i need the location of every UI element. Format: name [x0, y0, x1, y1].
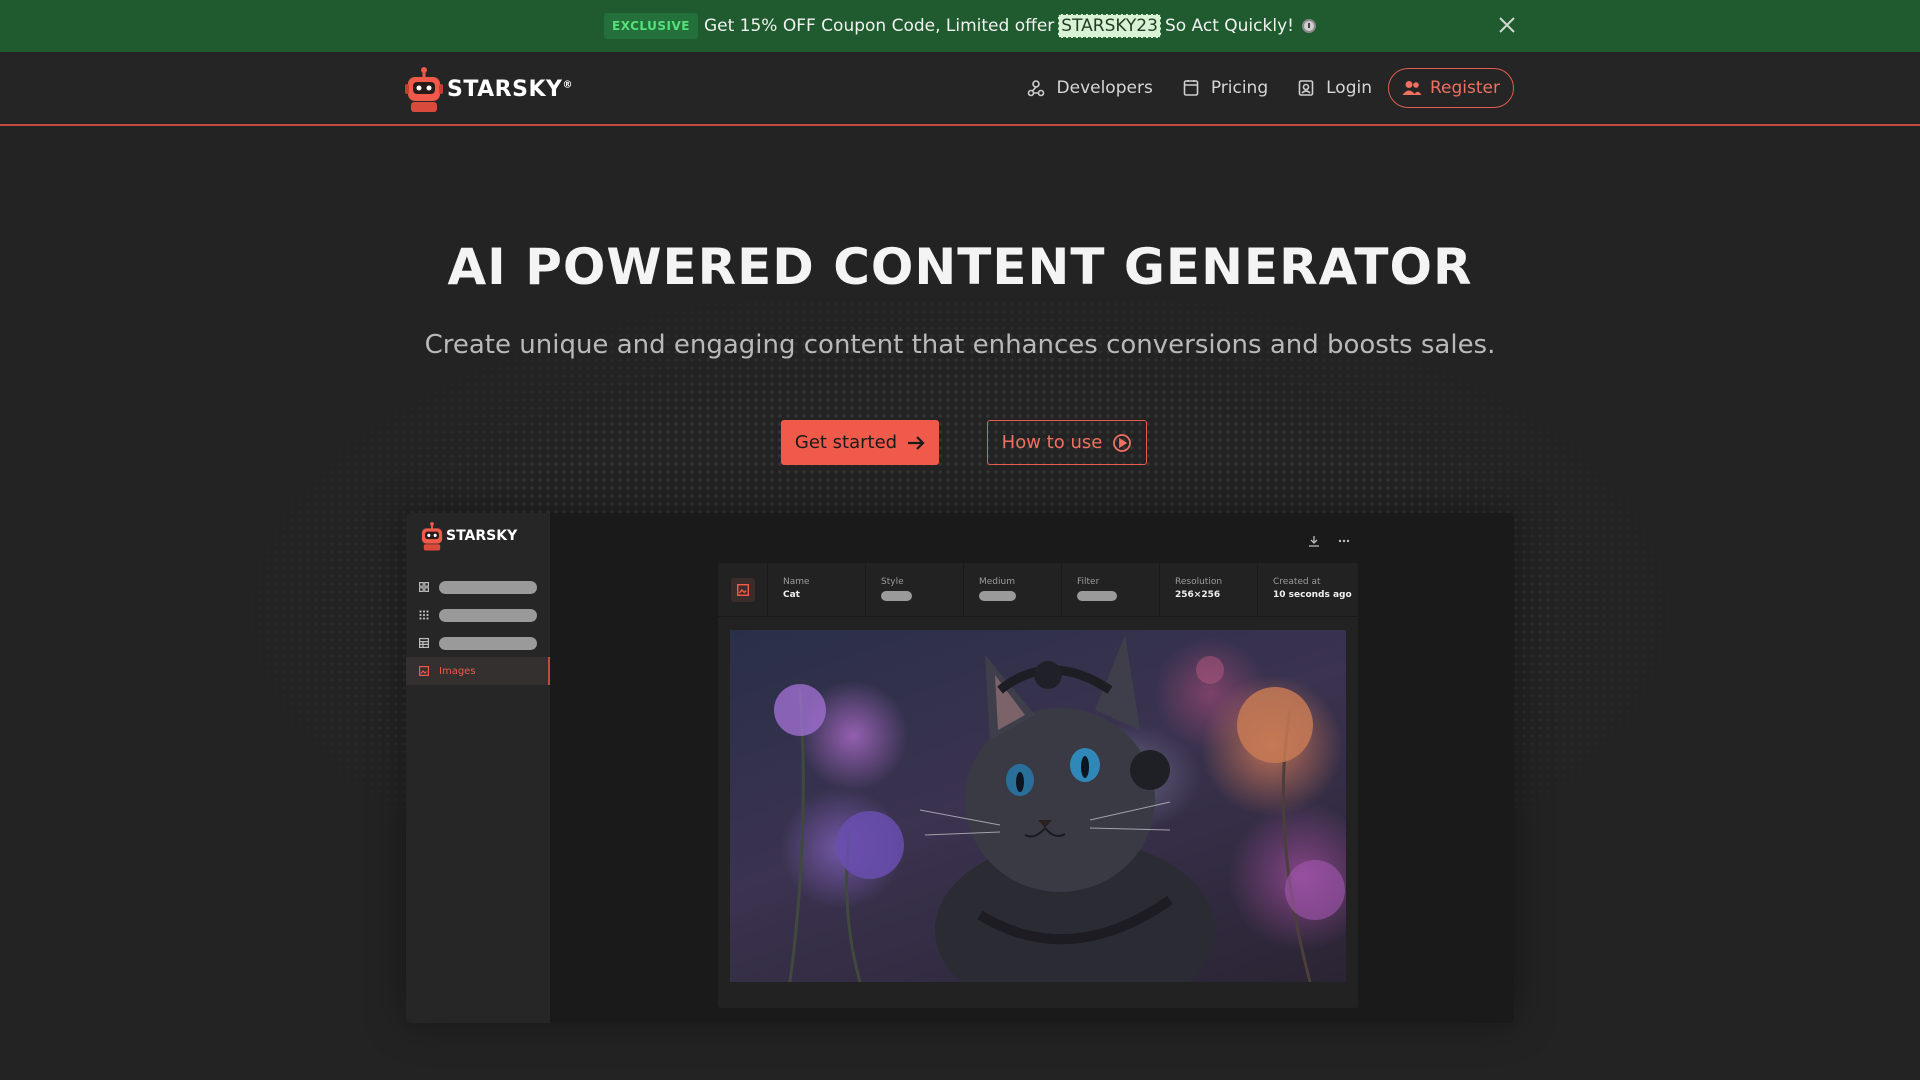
main-nav: Developers Pricing Login Register: [997, 68, 1514, 108]
promo-banner: EXCLUSIVE Get 15% OFF Coupon Code, Limit…: [0, 0, 1920, 52]
register-button[interactable]: Register: [1388, 68, 1514, 108]
image-icon: [736, 583, 749, 596]
preview-sidebar-item[interactable]: [406, 601, 550, 629]
meta-name: Name Cat: [768, 563, 866, 616]
close-banner-button[interactable]: [1496, 14, 1518, 36]
hero-subtitle: Create unique and engaging content that …: [424, 330, 1496, 360]
meta-style: Style: [866, 563, 964, 616]
preview-sidebar-item[interactable]: [406, 629, 550, 657]
nav-developers-label: Developers: [1056, 78, 1153, 98]
receipt-icon: [1183, 80, 1199, 96]
placeholder-bar: [439, 608, 537, 622]
play-circle-icon: [1113, 433, 1132, 452]
preview-sidebar-item[interactable]: [406, 573, 550, 601]
image-thumb: [718, 563, 768, 616]
hero-title: AI POWERED CONTENT GENERATOR: [447, 238, 1473, 296]
generated-cat-image: [730, 630, 1346, 982]
apps-icon: [419, 610, 429, 620]
webhook-icon: [1027, 80, 1044, 97]
cat-illustration: [774, 635, 1345, 982]
get-started-button[interactable]: Get started: [781, 420, 939, 465]
image-metadata-row: Name Cat Style Medium Filter Resolution: [718, 563, 1358, 617]
placeholder-pill: [1077, 591, 1117, 601]
preview-sidebar: STARSKY Images: [406, 513, 550, 1023]
users-icon: [1402, 81, 1422, 95]
promo-text-after: So Act Quickly!: [1164, 16, 1294, 36]
nav-pricing[interactable]: Pricing: [1183, 78, 1268, 98]
image-detail-card: Name Cat Style Medium Filter Resolution: [718, 563, 1358, 1008]
register-label: Register: [1430, 78, 1500, 98]
placeholder-pill: [979, 591, 1016, 601]
preview-sidebar-item-images[interactable]: Images: [406, 657, 550, 685]
image-icon: [419, 666, 429, 676]
coupon-code[interactable]: STARSKY23: [1058, 14, 1161, 38]
preview-main: Name Cat Style Medium Filter Resolution: [550, 513, 1514, 1023]
logo-text: STARSKY®: [447, 76, 573, 102]
get-started-label: Get started: [794, 432, 898, 453]
arrow-right-icon: [908, 435, 925, 450]
nav-pricing-label: Pricing: [1210, 78, 1269, 98]
preview-toolbar: [1308, 535, 1350, 547]
table-icon: [419, 638, 429, 648]
preview-logo-text: STARSKY: [446, 528, 518, 544]
nav-developers[interactable]: Developers: [1027, 78, 1153, 98]
clock-icon: [1301, 19, 1316, 33]
app-preview: STARSKY Images Name Cat Style Medium Fil…: [406, 513, 1514, 1023]
download-icon: [1309, 536, 1319, 547]
meta-resolution: Resolution 256×256: [1160, 563, 1258, 616]
how-to-use-button[interactable]: How to use: [987, 420, 1147, 465]
grid-icon: [419, 582, 429, 592]
promo-text: Get 15% OFF Coupon Code, Limited offer: [703, 16, 1055, 36]
placeholder-pill: [881, 591, 912, 601]
placeholder-bar: [439, 636, 537, 650]
preview-sidebar-label: Images: [439, 665, 476, 677]
meta-created: Created at 10 seconds ago: [1273, 577, 1352, 600]
meta-filter: Filter: [1062, 563, 1160, 616]
nav-login[interactable]: Login: [1298, 78, 1372, 98]
how-to-use-label: How to use: [1001, 432, 1103, 453]
starsky-logo[interactable]: STARSKY®: [405, 66, 573, 112]
login-icon: [1298, 80, 1314, 96]
site-header: STARSKY® Developers Pricing Login Regist…: [0, 52, 1920, 126]
preview-logo: STARSKY: [420, 521, 517, 551]
robot-logo-icon: [405, 67, 443, 112]
meta-medium: Medium: [964, 563, 1062, 616]
exclusive-badge: EXCLUSIVE: [604, 13, 698, 39]
nav-login-label: Login: [1326, 78, 1372, 98]
robot-logo-icon: [421, 522, 443, 551]
more-icon: [1338, 539, 1350, 543]
close-icon: [1499, 17, 1515, 33]
placeholder-bar: [439, 580, 537, 594]
